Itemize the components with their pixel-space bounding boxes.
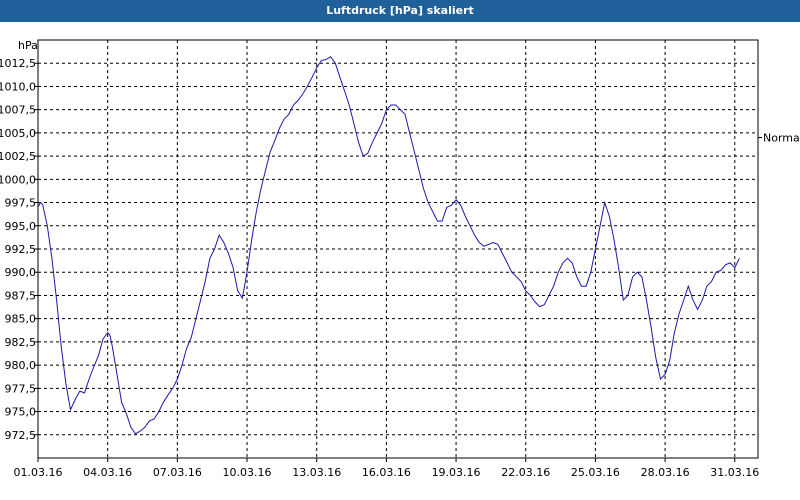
y-tick-label: 1000,0: [0, 173, 36, 186]
y-tick-label: 972,5: [5, 429, 37, 442]
y-tick-label: 987,5: [5, 289, 37, 302]
y-tick-label: 992,5: [5, 243, 37, 256]
y-tick-label: 1005,0: [0, 127, 36, 140]
y-tick-label: 1010,0: [0, 80, 36, 93]
x-tick-label: 01.03.16: [14, 466, 63, 479]
x-tick-label: 10.03.16: [223, 466, 272, 479]
y-tick-label: 1007,5: [0, 104, 36, 117]
window-title: Luftdruck [hPa] skaliert: [0, 0, 800, 22]
x-tick-label: 19.03.16: [432, 466, 481, 479]
normal-label: Normal: [763, 132, 800, 145]
y-tick-label: 977,5: [5, 382, 37, 395]
x-tick-label: 28.03.16: [641, 466, 690, 479]
y-tick-label: 982,5: [5, 336, 37, 349]
x-tick-label: 07.03.16: [153, 466, 202, 479]
x-tick-label: 16.03.16: [362, 466, 411, 479]
pressure-chart: 972,5 975,0 977,5 980,0 982,5 985,0 987,5 990,0…: [0, 39, 800, 479]
grid: [38, 40, 758, 458]
x-tick-label: 22.03.16: [501, 466, 550, 479]
x-tick-label: 04.03.16: [83, 466, 132, 479]
y-tick-label: 990,0: [5, 266, 37, 279]
y-tick-label: 975,0: [5, 406, 37, 419]
x-tick-label: 31.03.16: [710, 466, 759, 479]
y-tick-label: 997,5: [5, 197, 37, 210]
x-tick-label: 25.03.16: [571, 466, 620, 479]
y-axis-label: hPa: [18, 39, 38, 52]
y-tick-label: 985,0: [5, 313, 37, 326]
y-axis-ticks: 972,5 975,0 977,5 980,0 982,5 985,0 987,5 990,0…: [0, 57, 38, 442]
y-tick-label: 995,0: [5, 220, 37, 233]
x-axis-ticks: 01.03.16 04.03.16 07.03.16 10.03.16 13.03.16…: [14, 458, 759, 479]
y-tick-label: 980,0: [5, 359, 37, 372]
pressure-line: [37, 56, 740, 435]
y-tick-label: 1002,5: [0, 150, 36, 163]
y-tick-label: 1012,5: [0, 57, 36, 70]
x-tick-label: 13.03.16: [292, 466, 341, 479]
